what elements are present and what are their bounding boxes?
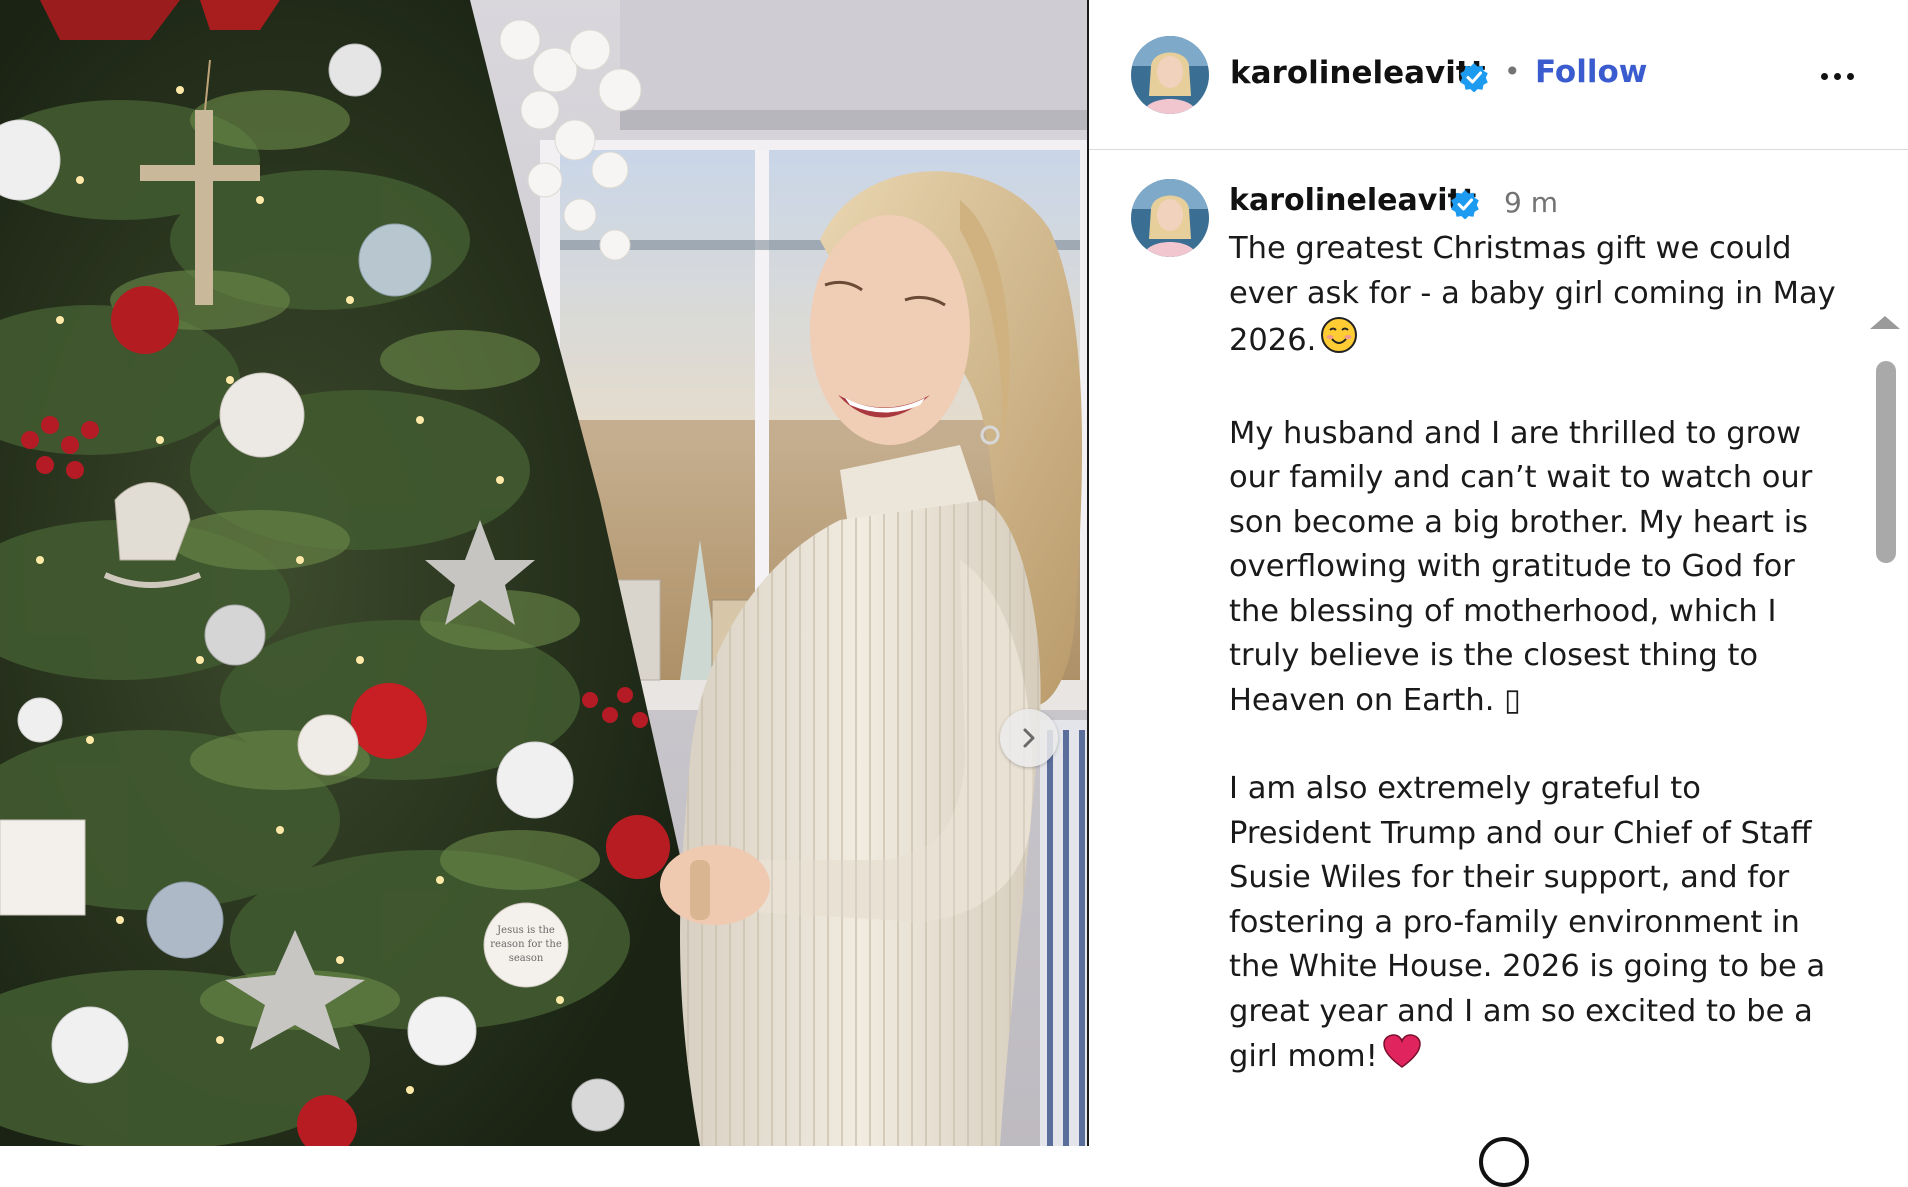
separator-dot: •	[1504, 55, 1521, 88]
avatar-image	[1131, 36, 1209, 114]
scrollbar-thumb[interactable]	[1876, 361, 1896, 563]
caption-author-avatar[interactable]	[1131, 179, 1209, 257]
photo-illustration: Jesus is the reason for the season	[0, 0, 1087, 1146]
caption-text: The greatest Christmas gift we could eve…	[1229, 227, 1849, 1128]
post-timestamp[interactable]: 9 m	[1504, 186, 1558, 219]
avatar-image	[1131, 179, 1209, 257]
caption-author-username[interactable]: karolineleavitt	[1229, 183, 1476, 218]
scroll-up-arrow[interactable]	[1870, 316, 1900, 329]
verified-badge-icon	[1460, 63, 1488, 92]
more-options-button[interactable]	[1811, 56, 1863, 96]
author-username[interactable]: karolineleavitt	[1230, 55, 1486, 91]
more-horizontal-icon	[1820, 72, 1828, 80]
smiling-face-emoji-icon	[1320, 316, 1358, 368]
author-avatar[interactable]	[1131, 36, 1209, 114]
verified-badge-icon	[1451, 190, 1479, 219]
post-details-panel: karolineleavitt • Follow karolineleavitt…	[1089, 0, 1908, 1187]
caption-paragraph-1: The greatest Christmas gift we could eve…	[1229, 227, 1849, 368]
post-photo[interactable]: Jesus is the reason for the season	[0, 0, 1087, 1146]
caption-paragraph-3: I am also extremely grateful to Presiden…	[1229, 767, 1849, 1084]
ornament-text: Jesus is the	[496, 925, 555, 936]
carousel-next-button[interactable]	[1000, 709, 1058, 767]
caption-area: karolineleavitt 9 m The greatest Christm…	[1089, 151, 1908, 1187]
post-header: karolineleavitt • Follow	[1089, 0, 1908, 150]
follow-button[interactable]: Follow	[1535, 54, 1647, 90]
comment-author-icon[interactable]	[1479, 1137, 1529, 1187]
chevron-right-icon	[1023, 728, 1035, 748]
red-heart-emoji-icon	[1382, 1034, 1422, 1084]
instagram-post-view: Jesus is the reason for the season karol…	[0, 0, 1908, 1187]
caption-paragraph-2: My husband and I are thrilled to grow ou…	[1229, 415, 1813, 718]
svg-text:season: season	[509, 953, 544, 964]
svg-text:reason for the: reason for the	[490, 939, 562, 950]
